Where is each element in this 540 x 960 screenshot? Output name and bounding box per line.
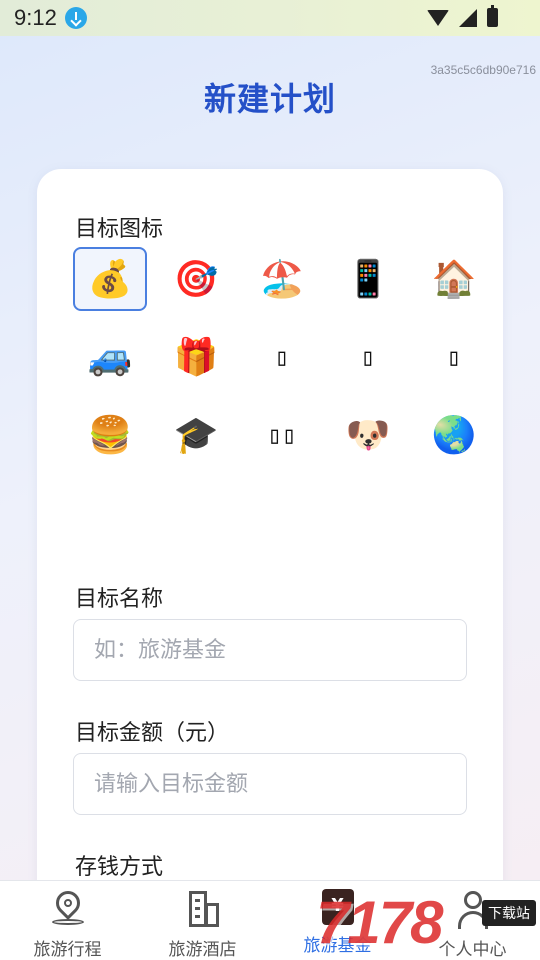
- icon-glyph: 📱: [345, 259, 391, 300]
- missing-glyph-icon[interactable]: ▯: [417, 325, 491, 389]
- icon-glyph: 🎓: [173, 415, 219, 456]
- battery-icon: [487, 5, 498, 27]
- nav-label: 个人中心: [438, 940, 507, 960]
- icon-glyph: 💰: [87, 259, 133, 300]
- status-bar: 9:12: [0, 0, 540, 36]
- download-icon: [64, 7, 87, 29]
- car-icon[interactable]: 🚙: [73, 325, 147, 389]
- gift-icon[interactable]: 🎁: [159, 325, 233, 389]
- icon-glyph: ▯▯: [267, 421, 297, 449]
- house-icon[interactable]: 🏠: [417, 247, 491, 311]
- icon-label: 目标图标: [75, 217, 164, 242]
- icon-glyph: 🚙: [87, 337, 133, 378]
- icon-glyph: 🍔: [87, 415, 133, 456]
- nav-item-hotel[interactable]: 旅游酒店: [135, 881, 270, 960]
- icon-glyph: ▯: [446, 343, 462, 371]
- icon-glyph: 🎁: [173, 337, 219, 378]
- graduation-cap-icon[interactable]: 🎓: [159, 403, 233, 467]
- status-time: 9:12: [14, 5, 57, 30]
- icon-glyph: 🐶: [345, 415, 391, 456]
- icon-glyph: 🎯: [173, 259, 219, 300]
- target-icon[interactable]: 🎯: [159, 247, 233, 311]
- missing-glyph-icon[interactable]: ▯: [245, 325, 319, 389]
- form-card: 目标图标 💰🎯🏖️📱🏠🚙🎁▯▯▯🍔🎓▯▯🐶🌏 目标名称 目标金额（元） 存钱方式: [37, 169, 503, 929]
- phone-icon[interactable]: 📱: [331, 247, 405, 311]
- icon-glyph: 🏖️: [259, 259, 305, 300]
- signal-icon: [459, 8, 477, 27]
- wifi-icon: [427, 9, 449, 26]
- nav-item-itinerary[interactable]: 旅游行程: [0, 881, 135, 960]
- dog-icon[interactable]: 🐶: [331, 403, 405, 467]
- nav-label: 旅游基金: [303, 936, 372, 956]
- nav-label: 旅游酒店: [168, 940, 237, 960]
- missing-glyph-icon[interactable]: ▯: [331, 325, 405, 389]
- method-label: 存钱方式: [75, 855, 164, 880]
- icon-glyph: ▯: [274, 343, 290, 371]
- money-bag-icon[interactable]: 💰: [73, 247, 147, 311]
- wallet-icon: ¥: [321, 889, 354, 925]
- missing-glyph-icon[interactable]: ▯▯: [245, 403, 319, 467]
- building-icon: [183, 889, 223, 929]
- nav-label: 旅游行程: [33, 940, 102, 960]
- bottom-nav: 旅游行程 旅游酒店 ¥ 旅游基金 个人中心: [0, 880, 540, 960]
- amount-input[interactable]: [73, 753, 467, 815]
- nav-item-profile[interactable]: 个人中心: [405, 881, 540, 960]
- name-input[interactable]: [73, 619, 467, 681]
- status-indicators: [427, 5, 498, 27]
- name-label: 目标名称: [75, 587, 164, 612]
- page-title: 新建计划: [203, 80, 336, 118]
- globe-icon[interactable]: 🌏: [417, 403, 491, 467]
- burger-icon[interactable]: 🍔: [73, 403, 147, 467]
- icon-glyph: ▯: [360, 343, 376, 371]
- amount-label: 目标金额（元）: [75, 721, 230, 746]
- icon-glyph: 🌏: [431, 415, 477, 456]
- nav-item-fund[interactable]: ¥ 旅游基金: [270, 881, 405, 960]
- icon-glyph: 🏠: [431, 259, 477, 300]
- beach-umbrella-icon[interactable]: 🏖️: [245, 247, 319, 311]
- person-icon: [453, 889, 493, 929]
- location-pin-icon: [48, 886, 88, 929]
